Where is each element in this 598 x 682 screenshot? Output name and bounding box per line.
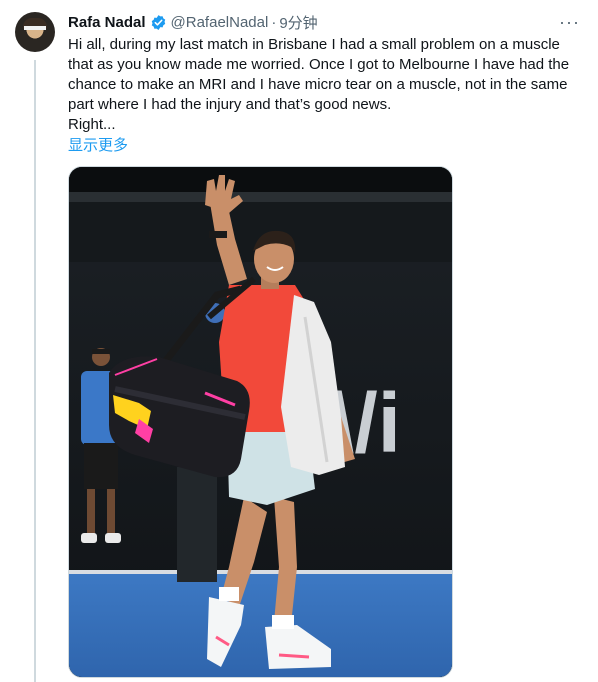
more-options-icon[interactable]: ···	[559, 12, 580, 33]
author-handle[interactable]: @RafaelNadal	[171, 14, 269, 31]
timestamp[interactable]: 9分钟	[279, 12, 317, 33]
thread-line	[34, 60, 36, 682]
tweet-text: Hi all, during my last match in Brisbane…	[68, 36, 570, 133]
avatar[interactable]	[15, 12, 55, 52]
show-more-link[interactable]: 显示更多	[68, 134, 128, 155]
tweet-photo[interactable]: \/i	[68, 166, 453, 678]
verified-badge-icon	[151, 14, 165, 30]
separator-dot: ·	[271, 13, 277, 31]
photo-illustration: \/i	[69, 167, 452, 677]
tweet-header: Rafa Nadal @RafaelNadal · 9分钟	[68, 12, 578, 32]
avatar-headband	[24, 26, 46, 30]
author-name[interactable]: Rafa Nadal	[68, 14, 146, 31]
